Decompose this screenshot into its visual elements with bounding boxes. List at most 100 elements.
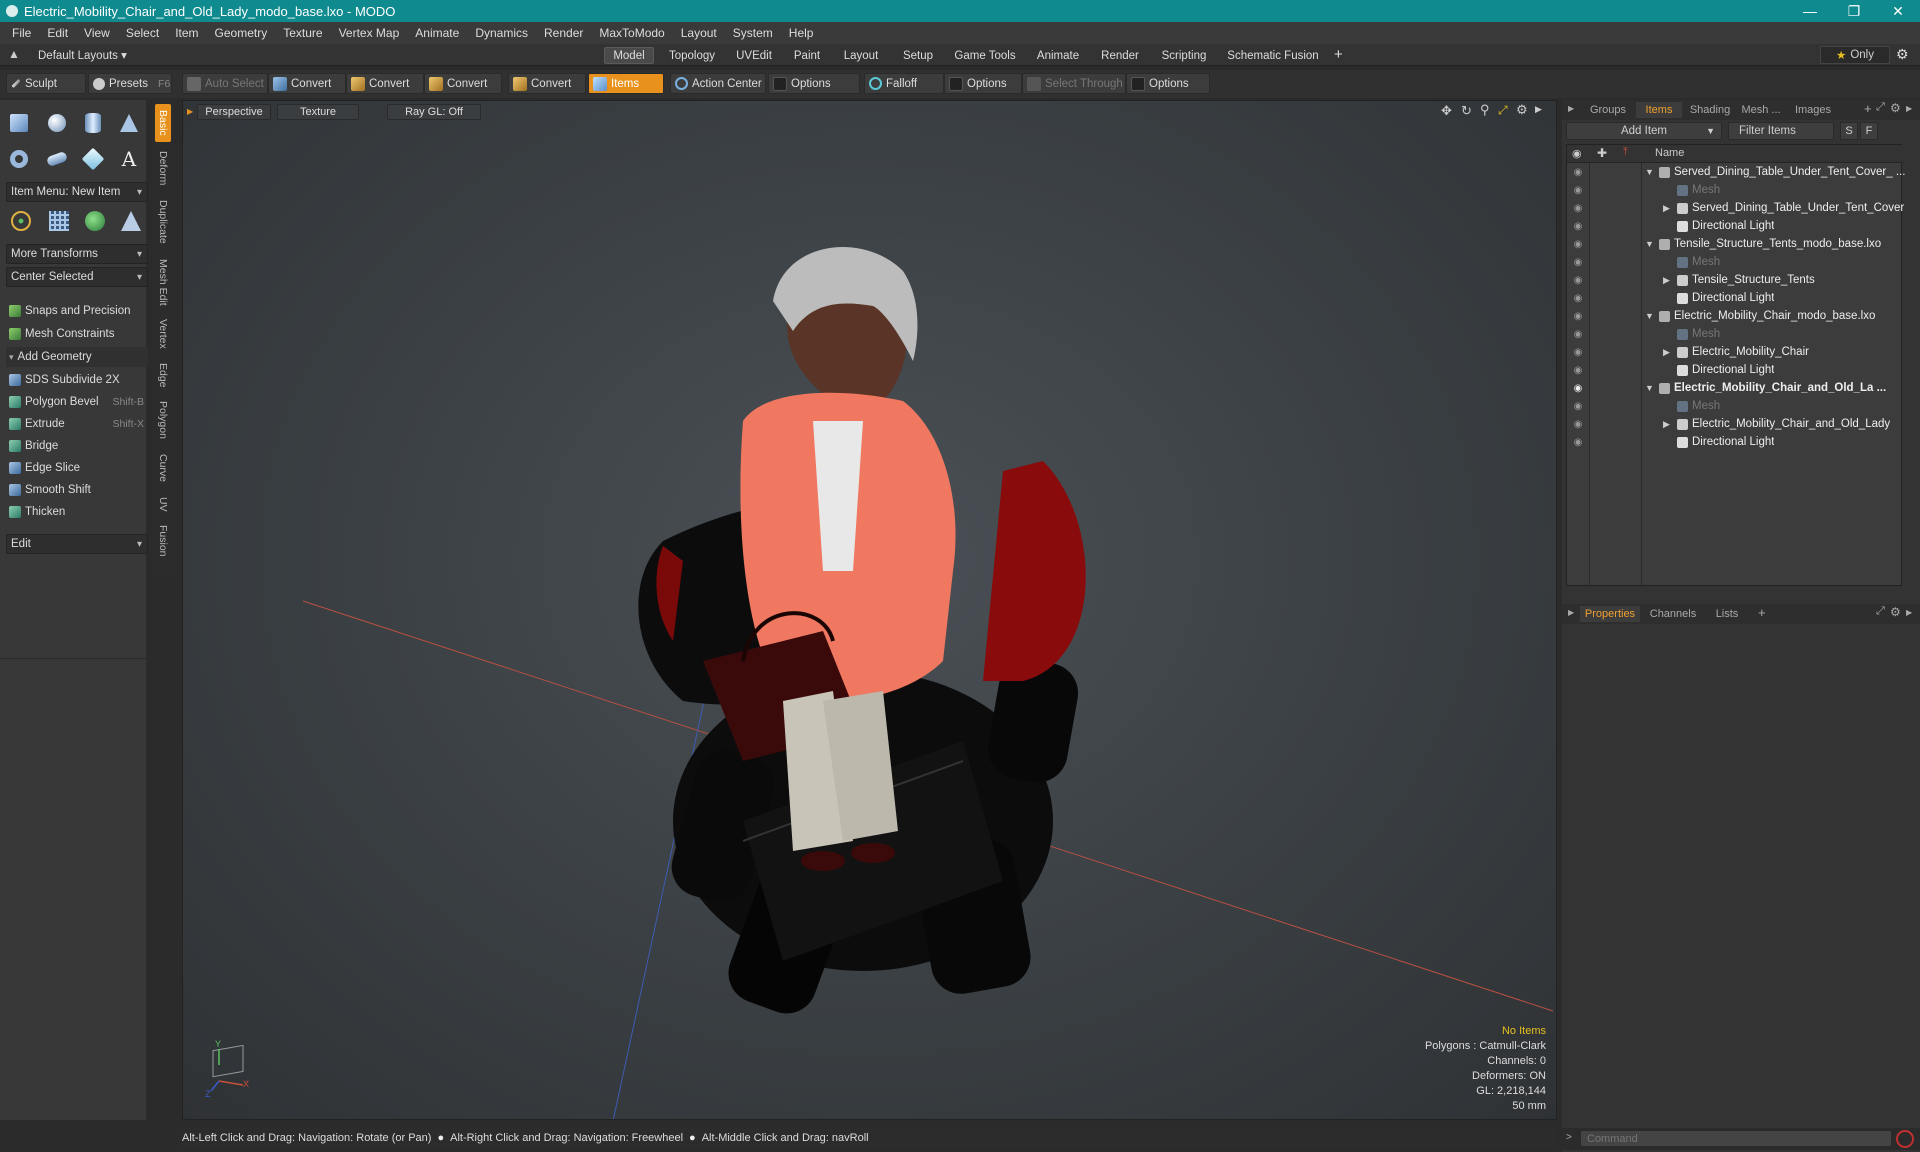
tab-groups[interactable]: Groups bbox=[1580, 102, 1636, 118]
torus-primitive-button[interactable] bbox=[4, 144, 34, 174]
layout-arrow-icon[interactable]: ▲ bbox=[8, 47, 20, 61]
expand-arrow-icon[interactable]: ▶ bbox=[1663, 203, 1670, 214]
add-tab-icon[interactable]: + bbox=[1758, 605, 1766, 620]
tab-topology[interactable]: Topology bbox=[662, 47, 722, 64]
tab-animate[interactable]: Animate bbox=[1028, 47, 1088, 64]
vtab-duplicate[interactable]: Duplicate bbox=[155, 194, 171, 250]
s-filter-button[interactable]: S bbox=[1840, 122, 1858, 140]
edit-dropdown[interactable]: Edit bbox=[6, 534, 148, 554]
add-tab-icon[interactable]: + bbox=[1864, 101, 1872, 116]
item-row[interactable]: ◉ ▶ Served_Dining_Table_Under_Tent_Cover bbox=[1567, 199, 1905, 217]
tab-mesh[interactable]: Mesh ... bbox=[1736, 102, 1786, 118]
visibility-eye-icon[interactable]: ◉ bbox=[1572, 437, 1584, 448]
filter-items-input[interactable]: Filter Items bbox=[1728, 122, 1834, 140]
cylinder-primitive-button[interactable] bbox=[78, 108, 108, 138]
menu-vertex-map[interactable]: Vertex Map bbox=[331, 26, 408, 40]
cube-primitive-button[interactable] bbox=[4, 108, 34, 138]
visibility-eye-icon[interactable]: ◉ bbox=[1572, 275, 1584, 286]
item-row[interactable]: ◉ Mesh bbox=[1567, 325, 1903, 343]
visibility-col-icon[interactable]: ◉ bbox=[1572, 147, 1582, 160]
tool-extrude[interactable]: Extrude Shift-X bbox=[6, 414, 148, 434]
menu-system[interactable]: System bbox=[725, 26, 781, 40]
panel-arrow-icon[interactable]: ▶ bbox=[1906, 608, 1912, 617]
tool-thicken[interactable]: Thicken bbox=[6, 502, 148, 522]
menu-file[interactable]: File bbox=[4, 26, 39, 40]
convert-button-3[interactable]: Convert bbox=[424, 73, 502, 94]
panel-menu-icon[interactable]: ▶ bbox=[1568, 608, 1574, 617]
expand-arrow-icon[interactable]: ▶ bbox=[1663, 275, 1670, 286]
select-through-button[interactable]: Select Through bbox=[1022, 73, 1126, 94]
menu-render[interactable]: Render bbox=[536, 26, 591, 40]
item-row[interactable]: ◉ Directional Light bbox=[1567, 289, 1903, 307]
tab-setup[interactable]: Setup bbox=[894, 47, 942, 64]
snaps-precision-button[interactable]: Snaps and Precision bbox=[6, 301, 148, 321]
command-stop-icon[interactable] bbox=[1896, 1130, 1914, 1148]
item-row[interactable]: ◉ Mesh bbox=[1567, 253, 1903, 271]
visibility-eye-icon[interactable]: ◉ bbox=[1572, 383, 1584, 394]
capsule-primitive-button[interactable] bbox=[42, 144, 72, 174]
menu-view[interactable]: View bbox=[76, 26, 118, 40]
visibility-eye-icon[interactable]: ◉ bbox=[1572, 167, 1584, 178]
command-input[interactable] bbox=[1580, 1130, 1892, 1147]
item-list[interactable]: ◉ ✚ ⤒ Name ◉ ▼ Served_Dining_Table_Under_T… bbox=[1566, 144, 1906, 587]
tab-channels[interactable]: Channels bbox=[1644, 606, 1702, 622]
visibility-eye-icon[interactable]: ◉ bbox=[1572, 419, 1584, 430]
text-primitive-button[interactable]: A bbox=[114, 144, 144, 174]
menu-help[interactable]: Help bbox=[781, 26, 822, 40]
pen-primitive-button[interactable] bbox=[78, 144, 108, 174]
vtab-basic[interactable]: Basic bbox=[155, 104, 171, 142]
f-filter-button[interactable]: F bbox=[1860, 122, 1878, 140]
panel-gear-icon[interactable]: ⚙ bbox=[1890, 101, 1901, 115]
falloff-button[interactable]: Falloff bbox=[864, 73, 944, 94]
options-button-2[interactable]: Options bbox=[944, 73, 1022, 94]
tab-shading[interactable]: Shading bbox=[1684, 102, 1736, 118]
visibility-eye-icon[interactable]: ◉ bbox=[1572, 221, 1584, 232]
tab-render[interactable]: Render bbox=[1094, 47, 1146, 64]
menu-geometry[interactable]: Geometry bbox=[207, 26, 276, 40]
menu-maxtomodo[interactable]: MaxToModo bbox=[591, 26, 672, 40]
3d-viewport[interactable]: ▶ Perspective Texture Ray GL: Off ✥ ↻ ⚲ … bbox=[182, 100, 1557, 1120]
tab-schematic-fusion[interactable]: Schematic Fusion bbox=[1222, 47, 1324, 64]
menu-select[interactable]: Select bbox=[118, 26, 167, 40]
lock-col-icon[interactable]: ✚ bbox=[1597, 146, 1607, 160]
tab-model[interactable]: Model bbox=[604, 47, 654, 64]
visibility-eye-icon[interactable]: ◉ bbox=[1572, 203, 1584, 214]
item-row[interactable]: ◉ ▶ Electric_Mobility_Chair_and_Old_Lady bbox=[1567, 415, 1903, 433]
vtab-curve[interactable]: Curve bbox=[155, 448, 171, 488]
item-row[interactable]: ◉ ▶ Electric_Mobility_Chair bbox=[1567, 343, 1903, 361]
rotate-tool-button[interactable] bbox=[80, 206, 110, 236]
scale-tool-button[interactable] bbox=[116, 206, 146, 236]
menu-texture[interactable]: Texture bbox=[275, 26, 330, 40]
item-row[interactable]: ◉ ▼ Electric_Mobility_Chair_modo_base.lxo bbox=[1567, 307, 1903, 325]
visibility-eye-icon[interactable]: ◉ bbox=[1572, 401, 1584, 412]
visibility-eye-icon[interactable]: ◉ bbox=[1572, 365, 1584, 376]
expand-arrow-icon[interactable]: ▶ bbox=[1663, 347, 1670, 358]
item-row[interactable]: ◉ ▼ Served_Dining_Table_Under_Tent_Cover_ … bbox=[1567, 163, 1906, 181]
options-checkbox-3[interactable] bbox=[1131, 76, 1145, 91]
tool-edge-slice[interactable]: Edge Slice bbox=[6, 458, 148, 478]
visibility-eye-icon[interactable]: ◉ bbox=[1572, 293, 1584, 304]
item-row[interactable]: ◉ Directional Light bbox=[1567, 217, 1903, 235]
close-icon[interactable]: ✕ bbox=[1876, 0, 1920, 22]
vtab-mesh-edit[interactable]: Mesh Edit bbox=[155, 254, 171, 310]
move-tool-button[interactable] bbox=[6, 206, 36, 236]
vtab-fusion[interactable]: Fusion bbox=[155, 520, 171, 562]
panel-gear-icon[interactable]: ⚙ bbox=[1890, 605, 1901, 619]
vtab-uv[interactable]: UV bbox=[155, 492, 171, 516]
visibility-eye-icon[interactable]: ◉ bbox=[1572, 185, 1584, 196]
expand-icon[interactable]: ⤢ bbox=[1876, 101, 1885, 114]
presets-button[interactable]: Presets F6 bbox=[88, 73, 172, 94]
sphere-primitive-button[interactable] bbox=[42, 108, 72, 138]
expand-icon[interactable]: ⤢ bbox=[1876, 605, 1885, 618]
tab-lists[interactable]: Lists bbox=[1706, 606, 1748, 622]
visibility-eye-icon[interactable]: ◉ bbox=[1572, 239, 1584, 250]
item-row[interactable]: ◉ Directional Light bbox=[1567, 433, 1903, 451]
convert-button-4[interactable]: Convert bbox=[508, 73, 586, 94]
mesh-constraints-button[interactable]: Mesh Constraints bbox=[6, 324, 148, 344]
tool-polygon-bevel[interactable]: Polygon Bevel Shift-B bbox=[6, 392, 148, 412]
sculpt-button[interactable]: Sculpt bbox=[6, 73, 86, 94]
vtab-deform[interactable]: Deform bbox=[155, 146, 171, 190]
tab-uvedit[interactable]: UVEdit bbox=[728, 47, 780, 64]
menu-item[interactable]: Item bbox=[167, 26, 206, 40]
visibility-eye-icon[interactable]: ◉ bbox=[1572, 329, 1584, 340]
